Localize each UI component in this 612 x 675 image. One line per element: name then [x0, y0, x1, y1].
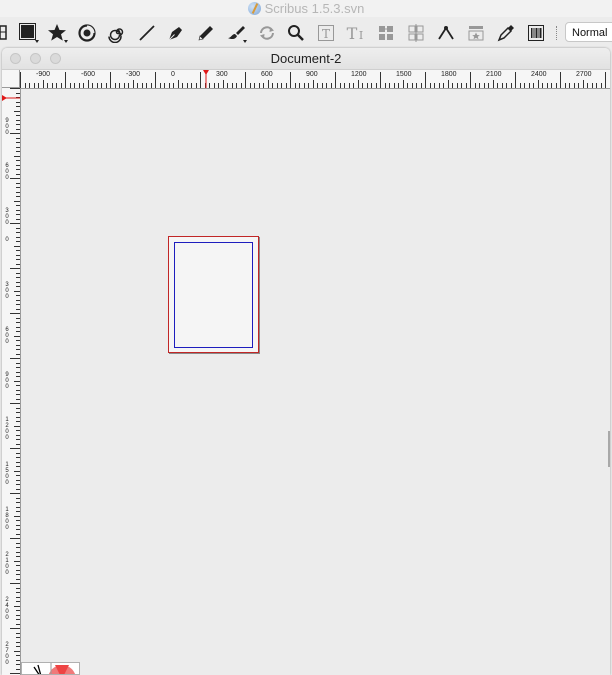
document-canvas[interactable] — [21, 89, 610, 675]
hruler-label: 2700 — [576, 71, 592, 78]
vruler-label: 600 — [5, 327, 9, 345]
vruler-label: 300 — [5, 208, 9, 226]
navigation-pie-icon — [33, 663, 76, 674]
vruler-label: 900 — [5, 372, 9, 390]
vruler-label: 1800 — [5, 507, 9, 531]
vruler-label: 2400 — [5, 597, 9, 621]
edit-text-tool[interactable]: T — [314, 21, 338, 45]
hruler-label: 0 — [171, 71, 175, 78]
rotate-icon — [257, 23, 277, 43]
magnifier-icon — [286, 23, 306, 43]
mode-select[interactable]: Normal — [565, 22, 612, 42]
bezier-tool[interactable] — [164, 21, 188, 45]
measurements-tool[interactable] — [434, 21, 458, 45]
barcode-icon — [526, 23, 546, 43]
ruler-origin-corner[interactable] — [2, 70, 20, 88]
arc-icon — [77, 23, 97, 43]
measure-icon — [436, 23, 456, 43]
vruler-label: 2100 — [5, 552, 9, 576]
app-title: Scribus 1.5.3.svn — [247, 0, 365, 17]
star-shape-icon — [47, 22, 69, 44]
main-toolbar: T TI Normal — [0, 17, 612, 48]
brush-icon — [226, 22, 248, 44]
eyedropper-tool[interactable] — [494, 21, 518, 45]
svg-text:I: I — [359, 29, 363, 42]
hruler-label: 1200 — [351, 71, 367, 78]
story-editor-tool[interactable]: TI — [343, 21, 367, 45]
hruler-label: 1800 — [441, 71, 457, 78]
horizontal-ruler[interactable]: -900 -600 -300 0 300 600 900 1200 1500 1… — [20, 70, 610, 89]
unlink-frames-icon — [406, 23, 426, 43]
zoom-button[interactable] — [50, 53, 61, 64]
close-button[interactable] — [10, 53, 21, 64]
vruler-label: 300 — [5, 282, 9, 300]
spiral-tool[interactable] — [105, 21, 129, 45]
freehand-tool[interactable] — [194, 21, 218, 45]
text-edit-icon: T — [316, 23, 336, 43]
hruler-position-marker — [203, 70, 209, 88]
spiral-icon — [107, 23, 127, 43]
zoom-tool[interactable] — [284, 21, 308, 45]
vruler-label: 2700 — [5, 642, 9, 666]
calligraphic-tool[interactable] — [225, 21, 249, 45]
window-resize-edge[interactable] — [608, 431, 610, 467]
scribus-logo-icon — [247, 2, 261, 15]
document-page[interactable] — [168, 236, 259, 353]
toolbar-overflow-icon[interactable] — [0, 21, 10, 45]
hruler-label: 2100 — [486, 71, 502, 78]
document-title-bar[interactable]: Document-2 — [2, 48, 610, 70]
rectangle-frame-icon — [18, 22, 40, 44]
unlink-frames-tool[interactable] — [404, 21, 428, 45]
pencil-icon — [196, 23, 216, 43]
vruler-label: 900 — [5, 118, 9, 136]
vruler-label: 1200 — [5, 417, 9, 441]
vruler-label: 1500 — [5, 462, 9, 486]
hruler-label: -600 — [81, 71, 96, 78]
rotate-tool[interactable] — [255, 21, 279, 45]
document-title: Document-2 — [270, 51, 342, 66]
story-editor-icon: TI — [344, 23, 366, 43]
vruler-position-marker — [2, 95, 20, 101]
hruler-label: 600 — [261, 71, 273, 78]
hruler-label: 900 — [306, 71, 318, 78]
hruler-label: 300 — [216, 71, 228, 78]
copy-properties-tool[interactable] — [464, 21, 488, 45]
hruler-label: 2400 — [531, 71, 547, 78]
link-frames-icon — [376, 23, 396, 43]
hruler-label: -300 — [126, 71, 141, 78]
svg-text:T: T — [347, 24, 358, 43]
shapes-tool[interactable] — [46, 21, 70, 45]
app-title-text: Scribus 1.5.3.svn — [264, 1, 365, 16]
line-tool[interactable] — [135, 21, 159, 45]
canvas-navigation-widget[interactable] — [21, 662, 80, 675]
svg-text:T: T — [322, 27, 330, 41]
frames-tool[interactable] — [17, 21, 41, 45]
app-title-bar: Scribus 1.5.3.svn — [0, 0, 612, 17]
line-icon — [137, 23, 157, 43]
hruler-label: -900 — [36, 71, 51, 78]
vertical-ruler[interactable]: 900 600 300 0 300 600 900 1200 1500 1800… — [2, 88, 21, 675]
barcode-tool[interactable] — [524, 21, 548, 45]
toolbar-separator — [556, 26, 559, 40]
minimize-button[interactable] — [30, 53, 41, 64]
vruler-label: 0 — [5, 237, 9, 243]
vruler-label: 600 — [5, 163, 9, 181]
arc-tool[interactable] — [75, 21, 99, 45]
hruler-label: 1500 — [396, 71, 412, 78]
document-window: Document-2 -900 -600 -300 0 300 600 900 … — [2, 48, 610, 675]
eyedropper-icon — [496, 23, 516, 43]
copy-properties-icon — [466, 23, 486, 43]
pen-icon — [166, 23, 186, 43]
margin-guides — [174, 242, 253, 348]
link-frames-tool[interactable] — [374, 21, 398, 45]
